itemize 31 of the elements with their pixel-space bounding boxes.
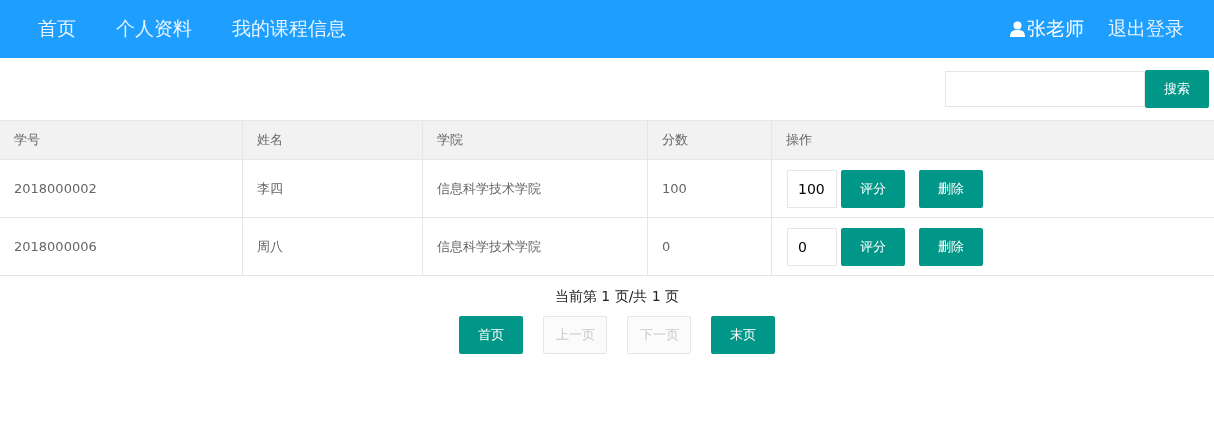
- pager-button[interactable]: 末页: [711, 316, 775, 354]
- pager-button[interactable]: 首页: [459, 316, 523, 354]
- nav-link[interactable]: 首页: [38, 16, 76, 42]
- column-header: 操作: [785, 131, 813, 149]
- table-cell: 100: [648, 160, 772, 217]
- column-header: 分数: [648, 121, 772, 159]
- column-header: 学院: [423, 121, 648, 159]
- logout-link[interactable]: 退出登录: [1108, 16, 1184, 42]
- page-status: 当前第 1 页/共 1 页: [554, 288, 680, 306]
- table-cell: 0: [648, 218, 772, 275]
- search-button[interactable]: 搜索: [1145, 70, 1209, 108]
- user-link[interactable]: 张老师: [1010, 16, 1084, 42]
- table-cell: 2018000006: [0, 218, 243, 275]
- grade-button[interactable]: 评分: [841, 169, 905, 208]
- nav-link[interactable]: 我的课程信息: [232, 16, 346, 42]
- grade-button[interactable]: 评分: [841, 227, 905, 266]
- score-field[interactable]: 0: [787, 227, 837, 266]
- column-header: 学号: [0, 121, 243, 159]
- user-name: 张老师: [1027, 16, 1084, 41]
- table-cell: 周八: [243, 218, 423, 275]
- score-field[interactable]: 100: [787, 169, 837, 208]
- table-cell: 信息科学技术学院: [423, 160, 648, 217]
- search-field[interactable]: [945, 71, 1145, 107]
- user-icon: [1010, 21, 1025, 37]
- nav-link[interactable]: 个人资料: [116, 16, 192, 42]
- delete-button[interactable]: 删除: [919, 169, 983, 208]
- table-cell: 2018000002: [0, 160, 243, 217]
- delete-button[interactable]: 删除: [919, 227, 983, 266]
- column-header: 姓名: [243, 121, 423, 159]
- table-cell: 信息科学技术学院: [423, 218, 648, 275]
- table-cell: 李四: [243, 160, 423, 217]
